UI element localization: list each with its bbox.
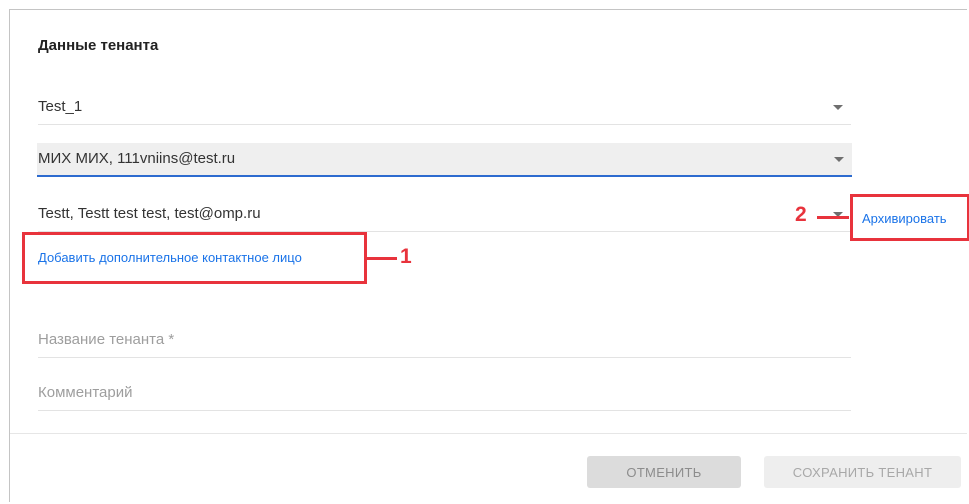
callout-number-1: 1 xyxy=(400,245,412,268)
chevron-down-icon[interactable] xyxy=(834,157,844,162)
secondary-contact-select[interactable]: Testt, Testt test test, test@omp.ru xyxy=(38,198,851,232)
callout-line-2 xyxy=(817,216,849,219)
comment-placeholder: Комментарий xyxy=(38,384,133,401)
footer-divider xyxy=(10,433,967,434)
tenant-name-placeholder: Название тенанта * xyxy=(38,331,175,348)
save-tenant-button[interactable]: СОХРАНИТЬ ТЕНАНТ xyxy=(764,456,961,488)
callout-line-1 xyxy=(367,257,397,260)
tenant-select-value: Test_1 xyxy=(38,98,83,115)
cancel-button[interactable]: ОТМЕНИТЬ xyxy=(587,456,741,488)
highlight-box-1 xyxy=(22,232,367,284)
callout-number-2: 2 xyxy=(795,203,807,226)
tenant-name-input[interactable]: Название тенанта * xyxy=(38,324,851,358)
tenant-select[interactable]: Test_1 xyxy=(38,91,851,125)
primary-contact-value: МИХ МИХ, 111vniins@test.ru xyxy=(38,150,236,167)
section-title: Данные тенанта xyxy=(38,37,159,54)
comment-input[interactable]: Комментарий xyxy=(38,377,851,411)
secondary-contact-value: Testt, Testt test test, test@omp.ru xyxy=(38,205,261,222)
highlight-box-2 xyxy=(850,194,969,241)
chevron-down-icon[interactable] xyxy=(833,105,843,110)
primary-contact-select[interactable]: МИХ МИХ, 111vniins@test.ru xyxy=(37,143,852,177)
